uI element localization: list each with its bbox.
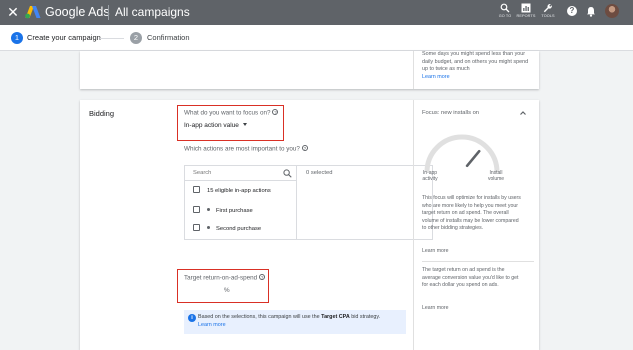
bid-strategy-info-banner: i Based on the selections, this campaign… — [184, 310, 406, 334]
step-label: Create your campaign — [27, 33, 101, 42]
budget-note: Some days you might spend less than your… — [422, 51, 534, 81]
tools-button[interactable]: TOOLS — [537, 3, 559, 19]
gauge-left-label: In-app activity — [422, 170, 438, 182]
checkbox[interactable] — [193, 206, 200, 213]
chevron-up-icon[interactable] — [519, 109, 527, 117]
help-circle-icon[interactable]: ? — [301, 145, 308, 151]
troas-input[interactable]: % — [224, 287, 230, 295]
bidding-section-title: Bidding — [89, 109, 115, 118]
info-prefix: Based on the selections, this campaign w… — [198, 314, 320, 320]
close-icon[interactable]: ✕ — [6, 3, 20, 21]
panel-learn-more-link[interactable]: Learn more — [422, 305, 522, 313]
actions-list-pane: 15 eligible in-app actions First purchas… — [185, 166, 297, 239]
action-first-purchase[interactable]: First purchase — [193, 206, 253, 216]
info-icon: i — [188, 314, 196, 322]
bullet-icon — [207, 208, 210, 211]
panel-learn-more-link[interactable]: Learn more — [422, 248, 522, 256]
help-circle-icon[interactable]: ? — [259, 274, 266, 280]
focus-dropdown[interactable]: In-app action value — [184, 122, 247, 130]
bidding-card: Bidding What do you want to focus on?? I… — [80, 100, 539, 350]
avatar[interactable] — [605, 4, 619, 18]
action-second-purchase[interactable]: Second purchase — [193, 224, 261, 234]
panel-description-focus: This focus will optimize for installs by… — [422, 195, 521, 231]
actions-search-input[interactable] — [193, 170, 273, 177]
troas-label: Target return-on-ad-spend? — [184, 274, 266, 283]
actions-question: Which actions are most important to you?… — [184, 145, 308, 154]
search-icon — [500, 3, 510, 13]
reports-button[interactable]: REPORTS — [515, 3, 537, 19]
info-text: Based on the selections, this campaign w… — [198, 314, 403, 329]
gauge-right-label: Install volume — [487, 170, 505, 182]
google-ads-logo — [25, 6, 41, 19]
brand-name: Google Ads — [45, 5, 110, 19]
step-connector — [100, 38, 124, 39]
checkbox[interactable] — [193, 224, 200, 231]
panel-divider — [422, 261, 534, 262]
troas-label-text: Target return-on-ad-spend — [184, 274, 258, 282]
option-label: First purchase — [216, 208, 253, 214]
actions-question-text: Which actions are most important to you? — [184, 145, 300, 153]
step-number: 1 — [11, 32, 23, 44]
focus-question: What do you want to focus on?? — [184, 109, 279, 118]
gauge-needle — [465, 149, 481, 168]
budget-note-text: Some days you might spend less than your… — [422, 51, 529, 72]
focus-question-text: What do you want to focus on? — [184, 109, 271, 117]
budget-card: Some days you might spend less than your… — [80, 51, 539, 89]
checkbox[interactable] — [193, 186, 200, 193]
wrench-icon — [543, 4, 552, 13]
bell-icon[interactable] — [586, 6, 596, 17]
bullet-icon — [207, 226, 210, 229]
reports-icon — [521, 3, 531, 13]
option-label: Second purchase — [216, 226, 262, 232]
info-strategy: Target CPA — [321, 314, 350, 320]
step-number: 2 — [130, 32, 142, 44]
info-learn-more-link[interactable]: Learn more — [198, 322, 226, 328]
panel-title: Focus: new installs on — [422, 110, 480, 116]
goto-label: GO TO — [498, 14, 512, 18]
app-header: ✕ Google Ads All campaigns GO TO REPORTS… — [0, 0, 633, 25]
focus-dropdown-value: In-app action value — [184, 122, 239, 129]
selected-count: 0 selected — [306, 170, 333, 176]
option-label: 15 eligible in-app actions — [207, 188, 271, 194]
help-icon[interactable]: ? — [567, 6, 577, 16]
bidding-help-panel: Focus: new installs on In-app activity I… — [413, 100, 539, 350]
campaign-stepper: 1 Create your campaign 2 Confirmation — [0, 25, 633, 51]
conversion-actions-picker: 15 eligible in-app actions First purchas… — [184, 165, 433, 240]
tools-label: TOOLS — [541, 14, 555, 18]
info-suffix: bid strategy. — [351, 314, 381, 320]
help-circle-icon[interactable]: ? — [272, 109, 279, 115]
budget-help-panel: Some days you might spend less than your… — [413, 51, 539, 89]
panel-description-troas: The target return on ad spend is the ave… — [422, 267, 519, 288]
actions-search — [185, 166, 296, 181]
caret-down-icon — [242, 123, 247, 126]
step-label: Confirmation — [147, 33, 190, 42]
search-icon[interactable] — [283, 169, 292, 178]
header-divider — [108, 5, 109, 20]
page-title: All campaigns — [115, 5, 190, 19]
goto-button[interactable]: GO TO — [494, 3, 516, 19]
budget-learn-more-link[interactable]: Learn more — [422, 74, 450, 80]
reports-label: REPORTS — [516, 14, 536, 18]
select-all-actions[interactable]: 15 eligible in-app actions — [193, 186, 271, 196]
